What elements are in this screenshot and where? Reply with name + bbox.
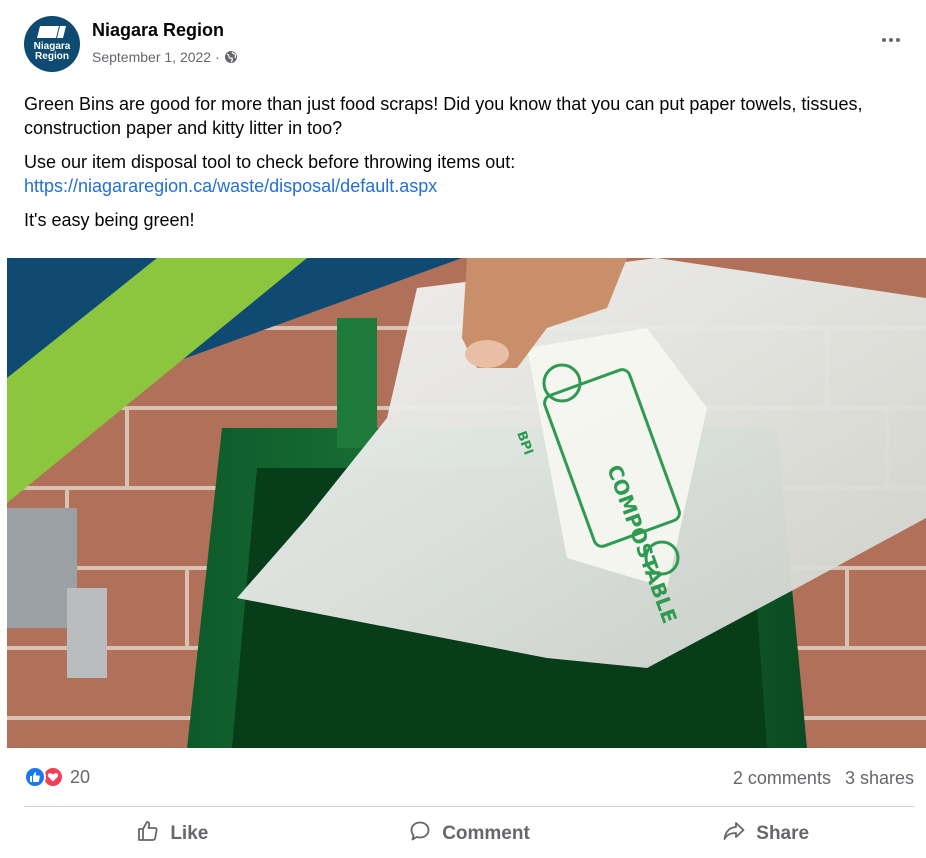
comment-bubble-icon: [408, 819, 432, 849]
post-image[interactable]: COMPOSTABLE BPI: [7, 258, 926, 748]
green-bin-photo: COMPOSTABLE BPI: [7, 258, 926, 748]
page-name-link[interactable]: Niagara Region: [92, 20, 224, 41]
avatar[interactable]: Niagara Region: [24, 16, 80, 72]
meta-separator: ·: [215, 49, 220, 65]
like-label: Like: [170, 823, 209, 844]
share-label: Share: [756, 823, 810, 844]
share-button[interactable]: Share: [617, 814, 914, 854]
like-button[interactable]: Like: [24, 814, 321, 854]
post-meta: September 1, 2022 ·: [92, 49, 238, 65]
avatar-text-line2: Region: [35, 51, 69, 62]
comments-count-link[interactable]: 2 comments: [733, 768, 831, 789]
post-date-link[interactable]: September 1, 2022: [92, 49, 211, 65]
post-message: Green Bins are good for more than just f…: [24, 92, 914, 242]
like-icon: [24, 766, 46, 788]
reactions-summary[interactable]: 20: [24, 766, 90, 788]
post-paragraph-3: It's easy being green!: [24, 210, 195, 230]
more-options-button[interactable]: [876, 28, 906, 52]
post-paragraph-2: Use our item disposal tool to check befo…: [24, 150, 914, 198]
post-paragraph-2-text: Use our item disposal tool to check befo…: [24, 152, 516, 172]
globe-icon[interactable]: [224, 50, 238, 64]
post-paragraph-1: Green Bins are good for more than just f…: [24, 94, 863, 138]
post-stats: 20 2 comments 3 shares: [24, 762, 914, 792]
share-arrow-icon: [722, 819, 746, 849]
engagement-counts: 2 comments 3 shares: [733, 768, 914, 789]
more-dot-icon: [882, 38, 886, 42]
comment-label: Comment: [442, 823, 530, 844]
action-bar: Like Comment Share: [24, 814, 914, 854]
reaction-count: 20: [70, 766, 91, 787]
comment-button[interactable]: Comment: [321, 814, 618, 854]
divider: [24, 806, 914, 807]
disposal-tool-link[interactable]: https://niagararegion.ca/waste/disposal/…: [24, 174, 914, 198]
more-dot-icon: [896, 38, 900, 42]
thumbs-up-icon: [136, 819, 160, 849]
more-dot-icon: [889, 38, 893, 42]
shares-count-link[interactable]: 3 shares: [845, 768, 914, 789]
post-header: Niagara Region Niagara Region September …: [0, 0, 926, 80]
